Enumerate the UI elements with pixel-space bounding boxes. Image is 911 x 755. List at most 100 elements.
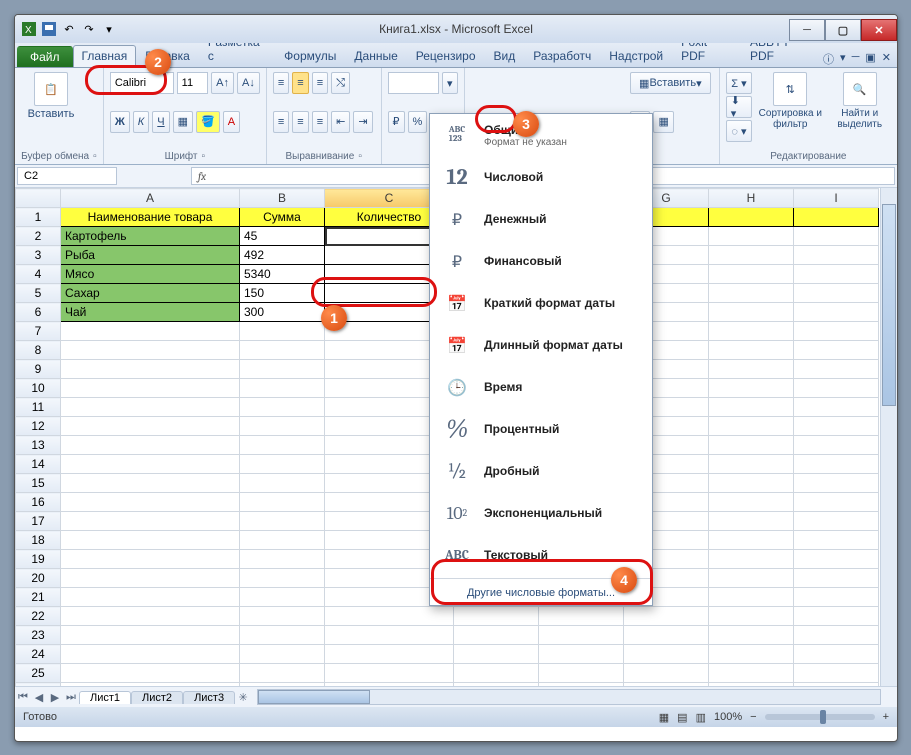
cell-B6[interactable]: 300 xyxy=(240,303,325,322)
cell-empty[interactable] xyxy=(240,436,325,455)
row-header-24[interactable]: 24 xyxy=(16,645,61,664)
cell-empty[interactable] xyxy=(709,683,794,687)
tab-data[interactable]: Данные xyxy=(345,45,406,67)
currency-icon[interactable]: ₽ xyxy=(388,111,405,133)
cell-empty[interactable] xyxy=(794,417,879,436)
cell-empty[interactable] xyxy=(794,455,879,474)
cell-empty[interactable] xyxy=(240,550,325,569)
cell-empty[interactable] xyxy=(325,645,454,664)
cell-empty[interactable] xyxy=(794,379,879,398)
format-option-0[interactable]: ABC123 ОбщийФормат не указан xyxy=(430,114,652,156)
cell-empty[interactable] xyxy=(624,626,709,645)
row-header-17[interactable]: 17 xyxy=(16,512,61,531)
help-icon[interactable]: ⓘ xyxy=(823,51,834,67)
format-option-3[interactable]: ₽ Финансовый xyxy=(430,240,652,282)
cell-empty[interactable] xyxy=(624,683,709,687)
sheet-nav-next-icon[interactable]: ▶ xyxy=(47,691,63,704)
tab-addins[interactable]: Надстрой xyxy=(600,45,672,67)
cell-empty[interactable] xyxy=(624,645,709,664)
cell-empty[interactable] xyxy=(61,626,240,645)
font-color-button[interactable]: A xyxy=(223,111,240,133)
row-header-15[interactable]: 15 xyxy=(16,474,61,493)
cell-empty[interactable] xyxy=(240,683,325,687)
cell-empty[interactable] xyxy=(61,607,240,626)
cell-B4[interactable]: 5340 xyxy=(240,265,325,284)
cell-empty[interactable] xyxy=(454,664,539,683)
row-header-21[interactable]: 21 xyxy=(16,588,61,607)
cell-B2[interactable]: 45 xyxy=(240,227,325,246)
font-size-select[interactable]: 11 xyxy=(177,72,209,94)
align-center-icon[interactable]: ≡ xyxy=(292,111,308,133)
close-button[interactable]: ✕ xyxy=(861,19,897,41)
sort-filter-button[interactable]: ⇅ Сортировка и фильтр xyxy=(756,72,824,142)
row-header-10[interactable]: 10 xyxy=(16,379,61,398)
fill-icon[interactable]: ⬇ ▾ xyxy=(726,96,752,118)
cell-empty[interactable] xyxy=(709,588,794,607)
cell-empty[interactable] xyxy=(61,474,240,493)
cell-empty[interactable] xyxy=(709,607,794,626)
cell-A5[interactable]: Сахар xyxy=(61,284,240,303)
tab-file[interactable]: Файл xyxy=(17,46,73,67)
cell-empty[interactable] xyxy=(794,436,879,455)
view-layout-icon[interactable]: ▤ xyxy=(677,711,687,724)
sheet-tab-1[interactable]: Лист1 xyxy=(79,691,131,704)
cell-empty[interactable] xyxy=(709,436,794,455)
paste-button[interactable]: 📋 Вставить xyxy=(21,72,81,120)
percent-icon[interactable]: % xyxy=(408,111,428,133)
align-top-icon[interactable]: ≡ xyxy=(273,72,289,94)
cell-empty[interactable] xyxy=(539,664,624,683)
cell-empty[interactable] xyxy=(61,645,240,664)
cell-empty[interactable] xyxy=(325,664,454,683)
cell-empty[interactable] xyxy=(794,474,879,493)
col-header-A[interactable]: A xyxy=(61,189,240,208)
cell-empty[interactable] xyxy=(794,550,879,569)
fill-color-button[interactable]: 🪣 xyxy=(196,111,220,133)
cell-empty[interactable] xyxy=(624,607,709,626)
cell-empty[interactable] xyxy=(61,379,240,398)
name-box[interactable]: C2 xyxy=(17,167,117,185)
cell-empty[interactable] xyxy=(709,341,794,360)
cell-empty[interactable] xyxy=(794,569,879,588)
cell-empty[interactable] xyxy=(539,645,624,664)
cell-empty[interactable] xyxy=(794,683,879,687)
cell-empty[interactable] xyxy=(240,322,325,341)
cell-empty[interactable] xyxy=(61,341,240,360)
cell-B1[interactable]: Сумма xyxy=(240,208,325,227)
border-button[interactable]: ▦ xyxy=(173,111,193,133)
cell-empty[interactable] xyxy=(240,398,325,417)
font-name-select[interactable]: Calibri xyxy=(110,72,174,94)
redo-icon[interactable]: ↷ xyxy=(81,21,97,37)
zoom-out-icon[interactable]: − xyxy=(750,711,756,723)
cell-empty[interactable] xyxy=(709,455,794,474)
cell-empty[interactable] xyxy=(454,645,539,664)
cell-empty[interactable] xyxy=(240,645,325,664)
format-option-5[interactable]: 📅 Длинный формат даты xyxy=(430,324,652,366)
vertical-scrollbar[interactable] xyxy=(880,188,897,686)
cell-empty[interactable] xyxy=(61,417,240,436)
row-header-6[interactable]: 6 xyxy=(16,303,61,322)
cell-empty[interactable] xyxy=(709,474,794,493)
cell-empty[interactable] xyxy=(61,436,240,455)
row-header-26[interactable]: 26 xyxy=(16,683,61,687)
cell-empty[interactable] xyxy=(61,360,240,379)
cell-empty[interactable] xyxy=(240,512,325,531)
grow-font-icon[interactable]: A↑ xyxy=(211,72,234,94)
cell-empty[interactable] xyxy=(61,569,240,588)
cell-empty[interactable] xyxy=(794,626,879,645)
cell-empty[interactable] xyxy=(240,569,325,588)
save-icon[interactable] xyxy=(41,21,57,37)
fx-icon[interactable]: fx xyxy=(192,170,212,183)
cell-empty[interactable] xyxy=(539,683,624,687)
cell-A4[interactable]: Мясо xyxy=(61,265,240,284)
cell-empty[interactable] xyxy=(61,550,240,569)
cell-empty[interactable] xyxy=(454,626,539,645)
format-option-7[interactable]: % Процентный xyxy=(430,408,652,450)
cell-empty[interactable] xyxy=(794,360,879,379)
format-option-9[interactable]: 102 Экспоненциальный xyxy=(430,492,652,534)
cell-empty[interactable] xyxy=(709,398,794,417)
cell-empty[interactable] xyxy=(240,417,325,436)
zoom-in-icon[interactable]: + xyxy=(883,711,889,723)
shrink-font-icon[interactable]: A↓ xyxy=(237,72,260,94)
cell-empty[interactable] xyxy=(240,455,325,474)
align-left-icon[interactable]: ≡ xyxy=(273,111,289,133)
